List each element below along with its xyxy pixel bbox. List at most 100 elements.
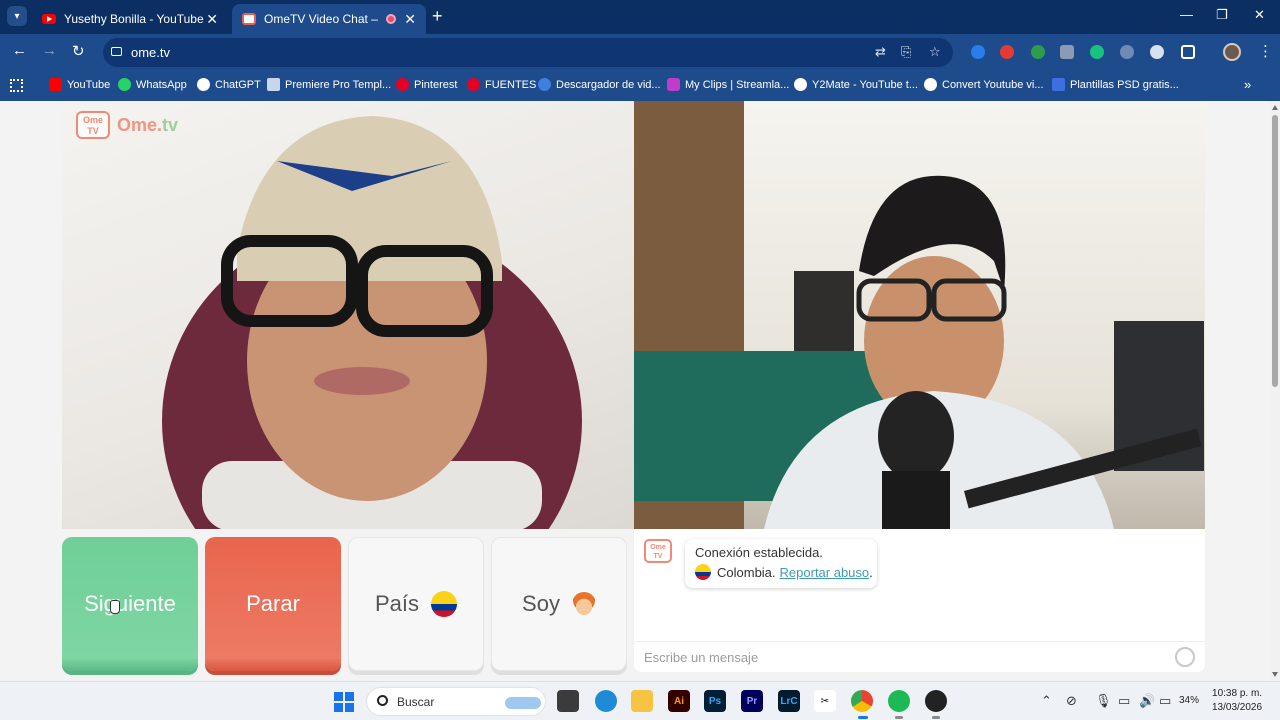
scroll-down-icon[interactable] bbox=[1272, 672, 1278, 677]
next-button[interactable]: Siguiente bbox=[62, 537, 198, 671]
extension-icon[interactable] bbox=[1120, 45, 1134, 59]
ometv-logo: Ome TV Ome.tv bbox=[76, 111, 178, 139]
extension-icon[interactable] bbox=[1150, 45, 1164, 59]
reload-button[interactable]: ↻ bbox=[72, 42, 85, 60]
tab-youtube[interactable]: Yusethy Bonilla - YouTube ✕ bbox=[32, 4, 228, 34]
country-name: Colombia. bbox=[717, 564, 776, 580]
microphone-icon[interactable]: 🎙 bbox=[1095, 693, 1112, 709]
windows-taskbar: Buscar Ai Ps Pr LrC ✂ ⌃ ⊘ 🎙 ▭ 🔊 ▭ 34% 10… bbox=[0, 681, 1280, 720]
close-tab-icon[interactable]: ✕ bbox=[404, 11, 416, 28]
bookmark-label: YouTube bbox=[67, 78, 111, 91]
close-tab-icon[interactable]: ✕ bbox=[206, 11, 218, 28]
illustrator-icon[interactable]: Ai bbox=[668, 690, 690, 712]
tray-chevron-up-icon[interactable]: ⌃ bbox=[1041, 693, 1052, 709]
tab-search-chevron-icon[interactable]: ▾ bbox=[7, 6, 27, 26]
bookmark-convert[interactable]: Convert Youtube vi... bbox=[924, 78, 1044, 91]
bookmark-label: Premiere Pro Templ... bbox=[285, 78, 392, 91]
bookmark-pinterest[interactable]: Pinterest bbox=[396, 78, 457, 91]
stop-button[interactable]: Parar bbox=[205, 537, 341, 671]
system-clock[interactable]: 10:38 p. m. 13/03/2026 bbox=[1212, 687, 1262, 715]
chat-panel: Ome TV Conexión establecida. Colombia. R… bbox=[634, 529, 1205, 672]
task-view-icon[interactable] bbox=[557, 690, 579, 712]
site-info-icon[interactable] bbox=[111, 47, 122, 56]
taskbar-search[interactable]: Buscar bbox=[366, 687, 546, 716]
extension-icon[interactable] bbox=[1060, 45, 1074, 59]
page-scrollbar[interactable] bbox=[1270, 101, 1280, 681]
bookmark-whatsapp[interactable]: WhatsApp bbox=[118, 78, 187, 91]
extension-icon[interactable] bbox=[971, 45, 985, 59]
extension-icon[interactable] bbox=[1031, 45, 1045, 59]
bookmark-youtube[interactable]: YouTube bbox=[49, 78, 110, 91]
profile-avatar[interactable] bbox=[1223, 43, 1241, 61]
tab-ometv[interactable]: OmeTV Video Chat — Ome ✕ bbox=[232, 4, 426, 34]
windows-start-icon[interactable] bbox=[334, 692, 354, 712]
network-off-icon[interactable]: ⊘ bbox=[1066, 693, 1077, 709]
bookmark-label: ChatGPT bbox=[215, 78, 261, 91]
clock-date: 13/03/2026 bbox=[1212, 702, 1263, 713]
report-suffix: . bbox=[869, 564, 873, 580]
bookmark-fuentes[interactable]: FUENTES bbox=[467, 78, 536, 91]
file-explorer-icon[interactable] bbox=[631, 690, 653, 712]
globe-icon bbox=[924, 78, 937, 91]
bookmark-premiere[interactable]: Premiere Pro Templ... bbox=[267, 78, 391, 91]
more-bookmarks-chevron-icon[interactable]: » bbox=[1244, 77, 1251, 92]
stranger-video: Ome TV Ome.tv bbox=[62, 101, 634, 529]
scroll-thumb[interactable] bbox=[1272, 115, 1278, 387]
stranger-video-frame bbox=[162, 116, 582, 529]
extension-icon[interactable] bbox=[1000, 45, 1014, 59]
spotify-icon[interactable] bbox=[888, 690, 910, 712]
browser-toolbar: ← → ↻ ome.tv ⇄ ⎘ ☆ ⋮ bbox=[0, 34, 1280, 71]
bookmark-label: My Clips | Streamla... bbox=[685, 78, 790, 91]
translate-icon[interactable]: ⇄ bbox=[875, 44, 886, 60]
menu-kebab-icon[interactable]: ⋮ bbox=[1258, 42, 1273, 60]
lightroom-classic-icon[interactable]: LrC bbox=[778, 690, 800, 712]
capcut-icon[interactable]: ✂ bbox=[814, 690, 836, 712]
bookmark-chatgpt[interactable]: ChatGPT bbox=[197, 78, 261, 91]
gender-label: Soy bbox=[522, 591, 560, 616]
new-tab-button[interactable]: + bbox=[432, 6, 443, 27]
report-abuse-link[interactable]: Reportar abuso bbox=[780, 565, 870, 580]
wifi-icon[interactable]: ▭ bbox=[1118, 693, 1130, 709]
close-window-button[interactable]: ✕ bbox=[1254, 7, 1265, 23]
url-text[interactable]: ome.tv bbox=[131, 45, 170, 60]
bookmark-myclips[interactable]: My Clips | Streamla... bbox=[667, 78, 789, 91]
battery-icon[interactable]: ▭ bbox=[1159, 693, 1171, 709]
volume-icon[interactable]: 🔊 bbox=[1139, 693, 1155, 709]
obs-icon[interactable] bbox=[925, 690, 947, 712]
extensions-puzzle-icon[interactable] bbox=[1181, 45, 1195, 59]
install-app-icon[interactable]: ⎘ bbox=[901, 44, 911, 60]
message-input[interactable]: Escribe un mensaje bbox=[634, 641, 1205, 672]
chatgpt-extension-icon[interactable] bbox=[1090, 45, 1104, 59]
apps-grid-icon[interactable] bbox=[10, 79, 23, 92]
search-highlight-icon bbox=[505, 697, 541, 709]
system-message: Conexión establecida. Colombia. Reportar… bbox=[685, 539, 877, 588]
edge-icon[interactable] bbox=[595, 690, 617, 712]
bookmark-descargador[interactable]: Descargador de vid... bbox=[538, 78, 661, 91]
search-icon bbox=[377, 695, 388, 706]
address-bar[interactable]: ome.tv ⇄ ⎘ ☆ bbox=[103, 38, 953, 67]
battery-percent[interactable]: 34% bbox=[1179, 695, 1199, 706]
restore-button[interactable]: ❐ bbox=[1216, 7, 1228, 23]
scroll-up-icon[interactable] bbox=[1272, 105, 1278, 110]
premiere-icon[interactable]: Pr bbox=[741, 690, 763, 712]
tab-title: OmeTV Video Chat — Ome bbox=[264, 12, 378, 26]
y2mate-icon bbox=[794, 78, 807, 91]
premiere-icon bbox=[267, 78, 280, 91]
ometv-tv-icon: Ome TV bbox=[644, 539, 672, 563]
back-button[interactable]: ← bbox=[12, 42, 27, 59]
chrome-icon[interactable] bbox=[851, 690, 873, 712]
country-filter-button[interactable]: País bbox=[348, 537, 484, 671]
forward-button[interactable]: → bbox=[42, 42, 57, 59]
hand-cursor-icon bbox=[110, 600, 120, 614]
gender-button[interactable]: Soy bbox=[491, 537, 627, 671]
photoshop-icon[interactable]: Ps bbox=[704, 690, 726, 712]
bookmark-plantillas[interactable]: Plantillas PSD gratis... bbox=[1052, 78, 1179, 91]
pinterest-icon bbox=[467, 78, 480, 91]
streamladder-icon bbox=[667, 78, 680, 91]
document-icon bbox=[1052, 78, 1065, 91]
emoji-icon[interactable] bbox=[1175, 647, 1195, 667]
minimize-button[interactable]: — bbox=[1180, 7, 1193, 22]
bookmark-star-icon[interactable]: ☆ bbox=[929, 44, 941, 60]
bookmark-y2mate[interactable]: Y2Mate - YouTube t... bbox=[794, 78, 918, 91]
running-app-indicator bbox=[932, 716, 940, 719]
